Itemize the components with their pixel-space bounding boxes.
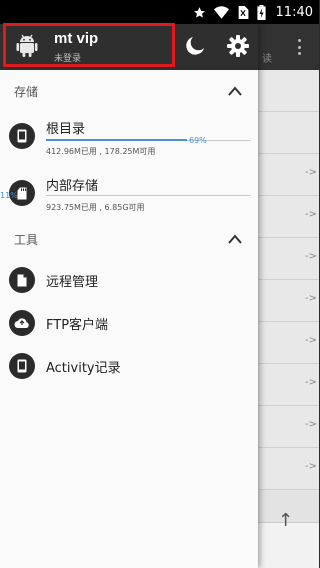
status-icons: 11:40 — [193, 3, 313, 21]
login-status[interactable]: 未登录 — [54, 51, 81, 64]
background-list-row[interactable]: -> — [258, 280, 319, 322]
night-mode-icon[interactable] — [184, 35, 206, 57]
background-list-row[interactable]: -> — [258, 196, 319, 238]
background-list-row[interactable]: -> — [258, 322, 319, 364]
row-arrow: -> — [305, 461, 317, 472]
background-list-row[interactable]: -> — [258, 238, 319, 280]
phone-icon — [9, 353, 35, 379]
background-list-row[interactable]: -> — [258, 154, 319, 196]
row-arrow: -> — [305, 251, 317, 262]
background-list-row[interactable] — [258, 70, 319, 112]
row-arrow: -> — [305, 377, 317, 388]
overflow-menu-icon[interactable] — [292, 36, 306, 58]
tool-item-activity-log[interactable]: Activity记录 — [0, 350, 258, 382]
storage-section-title: 存储 — [14, 85, 39, 99]
tool-item-label: Activity记录 — [46, 361, 121, 376]
storage-usage-percent: 11% — [0, 191, 18, 200]
storage-usage-bar — [46, 195, 251, 196]
background-list-row[interactable]: -> — [258, 364, 319, 406]
background-list-row[interactable]: -> — [258, 448, 319, 490]
storage-item-internal[interactable]: 内部存储 11% 923.75M已用 , 6.85G可用 — [0, 174, 258, 218]
star-icon — [193, 6, 205, 18]
android-icon — [16, 34, 38, 57]
status-bar: 11:40 — [0, 0, 319, 24]
tool-item-remote-management[interactable]: 远程管理 — [0, 264, 258, 296]
wifi-icon — [213, 5, 229, 19]
tools-section-title: 工具 — [14, 233, 39, 247]
battery-charging-icon — [256, 4, 266, 20]
storage-usage-bar — [46, 139, 251, 141]
row-arrow: -> — [305, 293, 317, 304]
status-time: 11:40 — [275, 4, 313, 20]
background-list-row[interactable] — [258, 112, 319, 154]
account-name[interactable]: mt vip — [54, 30, 98, 47]
background-tab-label: 读 — [262, 54, 272, 65]
row-arrow: -> — [305, 167, 317, 178]
no-sim-icon — [238, 5, 248, 19]
drawer-header: mt vip 未登录 — [0, 23, 258, 70]
document-icon — [9, 267, 35, 293]
background-list-row[interactable]: -> — [258, 406, 319, 448]
settings-gear-icon[interactable] — [226, 34, 250, 58]
storage-item-detail: 923.75M已用 , 6.85G可用 — [46, 203, 145, 212]
tool-item-ftp-client[interactable]: FTP客户端 — [0, 307, 258, 339]
storage-item-detail: 412.96M已用 , 178.25M可用 — [46, 147, 156, 156]
storage-usage-fill — [46, 139, 187, 141]
tool-item-label: 远程管理 — [46, 275, 99, 290]
storage-item-label: 根目录 — [46, 122, 86, 137]
storage-usage-percent: 69% — [189, 136, 207, 145]
phone-icon — [9, 123, 35, 149]
tool-item-label: FTP客户端 — [46, 318, 109, 333]
chevron-up-icon[interactable] — [227, 85, 243, 97]
scroll-up-button[interactable]: ↑ — [278, 510, 293, 531]
cloud-transfer-icon — [9, 310, 35, 336]
row-arrow: -> — [305, 209, 317, 220]
row-arrow: -> — [305, 335, 317, 346]
navigation-drawer: mt vip 未登录 存储 根目录 69% 412.96M已用 , 178.25… — [0, 23, 258, 568]
storage-item-root[interactable]: 根目录 69% 412.96M已用 , 178.25M可用 — [0, 116, 258, 160]
chevron-up-icon[interactable] — [227, 233, 243, 245]
storage-item-label: 内部存储 — [46, 179, 99, 194]
row-arrow: -> — [305, 419, 317, 430]
